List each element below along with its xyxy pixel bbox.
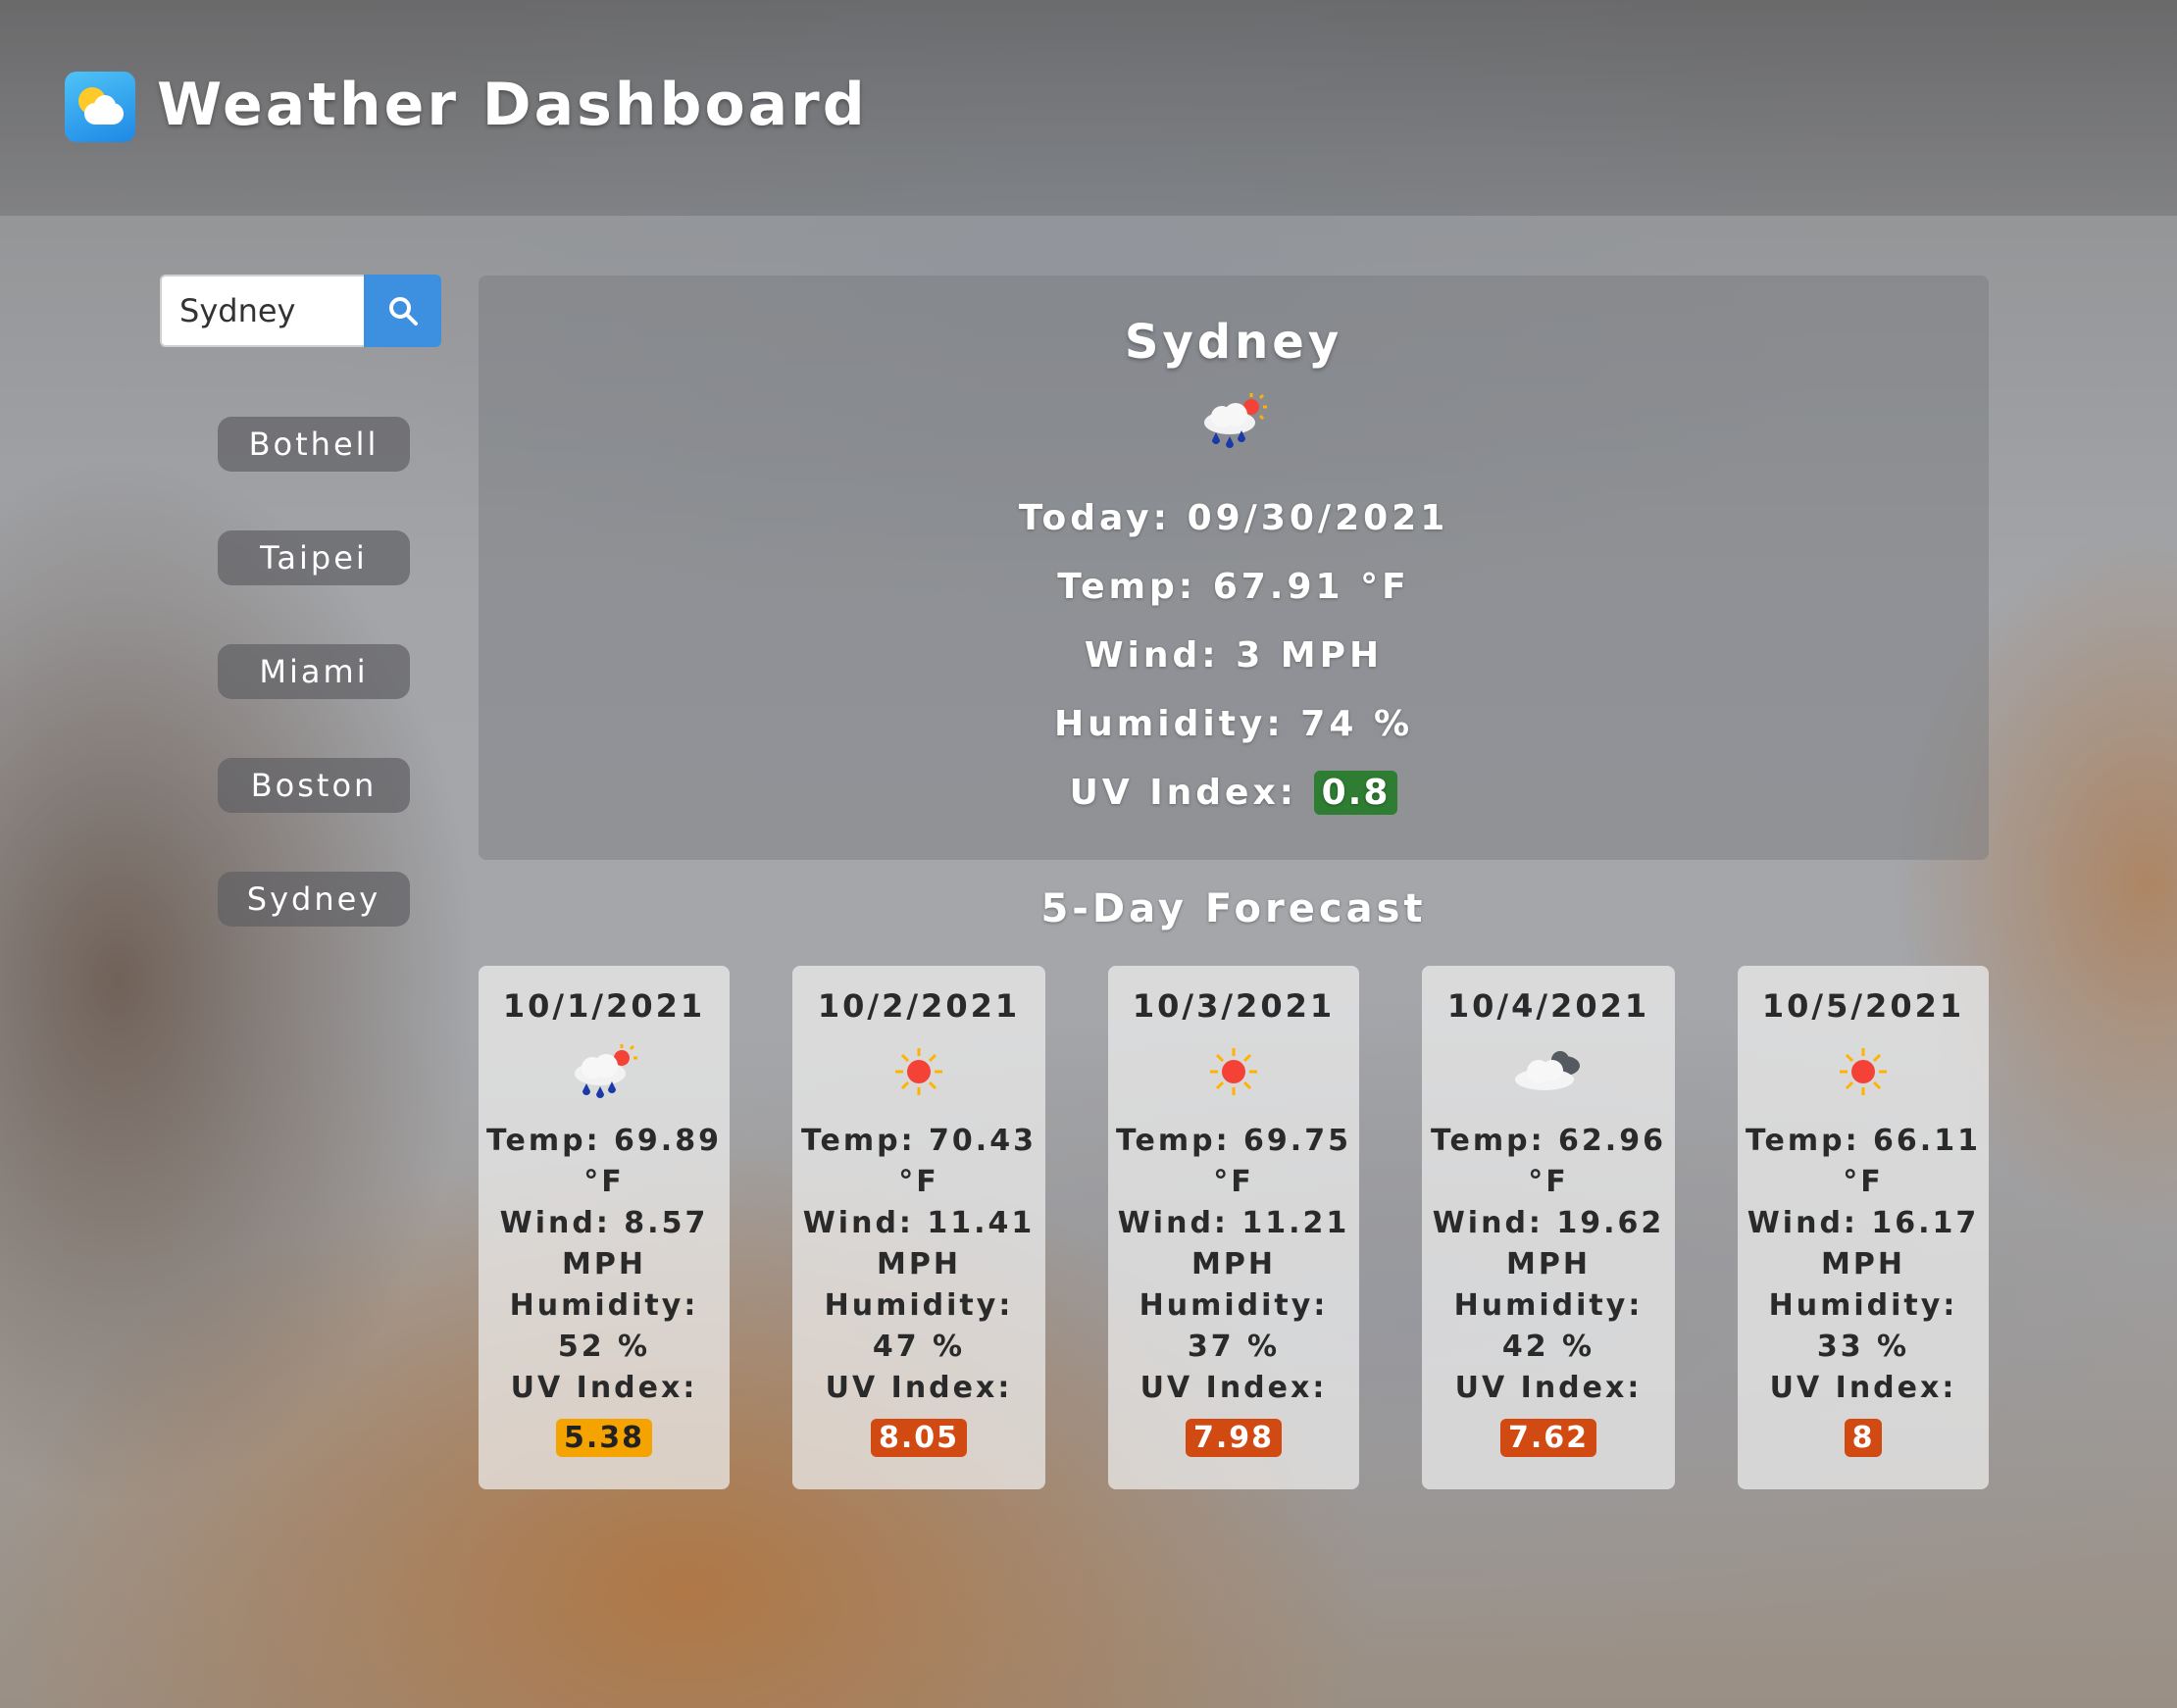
forecast-temp-unit: °F: [1843, 1165, 1884, 1199]
forecast-temp-unit: °F: [583, 1165, 625, 1199]
partly-cloudy-app-icon: [65, 72, 135, 142]
search-icon: [388, 297, 418, 326]
forecast-date: 10/2/2021: [817, 987, 1021, 1025]
forecast-humidity: 47 %: [872, 1330, 966, 1364]
forecast-temp-unit: °F: [1528, 1165, 1569, 1199]
forecast-temp-unit: °F: [898, 1165, 939, 1199]
forecast-temp: Temp: 62.96: [1431, 1124, 1666, 1158]
forecast-uv-label: UV Index:: [510, 1371, 698, 1405]
forecast-uv-label: UV Index:: [1454, 1371, 1643, 1405]
forecast-humidity: 37 %: [1187, 1330, 1281, 1364]
current-uv-row: UV Index: 0.8: [479, 771, 1989, 815]
forecast-wind: Wind: 11.21: [1117, 1206, 1350, 1240]
forecast-card: 10/3/2021 Temp: 69.75 °F Wind: 11.21 MPH…: [1108, 966, 1359, 1489]
forecast-humidity-label: Humidity:: [824, 1288, 1014, 1323]
forecast-date: 10/3/2021: [1132, 987, 1336, 1025]
cloud-icon: [1515, 1051, 1580, 1090]
sun-icon: [1210, 1048, 1257, 1095]
forecast-card: 10/1/2021 Temp: 69.89 °F Wind: 8.57 MPH …: [479, 966, 730, 1489]
forecast-wind-unit: MPH: [877, 1247, 961, 1281]
forecast-temp: Temp: 69.89: [486, 1124, 722, 1158]
uv-index-badge: 5.38: [555, 1419, 653, 1457]
forecast-wind-unit: MPH: [1821, 1247, 1905, 1281]
forecast-date: 10/1/2021: [502, 987, 706, 1025]
current-temp: Temp: 67.91 °F: [1057, 567, 1410, 607]
forecast-wind-unit: MPH: [1506, 1247, 1591, 1281]
rain-sun-icon: [1204, 393, 1267, 448]
current-city-name: Sydney: [1124, 315, 1343, 370]
forecast-title: 5-Day Forecast: [1040, 886, 1427, 931]
forecast-card: 10/2/2021 Temp: 70.43 °F Wind: 11.41 MPH…: [792, 966, 1045, 1489]
current-wind: Wind: 3 MPH: [1084, 635, 1384, 676]
current-humidity: Humidity: 74 %: [1053, 704, 1414, 744]
forecast-temp-unit: °F: [1213, 1165, 1254, 1199]
forecast-wind: Wind: 8.57: [499, 1206, 709, 1240]
uv-index-badge: 0.8: [1313, 771, 1398, 815]
uv-index-badge: 7.62: [1499, 1419, 1597, 1457]
current-date: Today: 09/30/2021: [1018, 498, 1449, 538]
forecast-humidity-label: Humidity:: [509, 1288, 699, 1323]
forecast-temp: Temp: 69.75: [1116, 1124, 1351, 1158]
uv-index-badge: 8: [1844, 1419, 1883, 1457]
forecast-humidity: 33 %: [1816, 1330, 1910, 1364]
forecast-wind: Wind: 11.41: [802, 1206, 1036, 1240]
forecast-wind: Wind: 16.17: [1747, 1206, 1980, 1240]
rain-sun-icon: [575, 1044, 637, 1098]
sun-icon: [1840, 1048, 1887, 1095]
uv-index-badge: 8.05: [870, 1419, 968, 1457]
uv-index-badge: 7.98: [1185, 1419, 1283, 1457]
forecast-humidity: 42 %: [1501, 1330, 1595, 1364]
forecast-wind-unit: MPH: [1191, 1247, 1276, 1281]
forecast-temp: Temp: 66.11: [1746, 1124, 1981, 1158]
forecast-temp: Temp: 70.43: [801, 1124, 1037, 1158]
search-button[interactable]: [364, 275, 441, 347]
current-uv-label: UV Index:: [1069, 773, 1298, 813]
page-title: Weather Dashboard: [157, 71, 868, 139]
forecast-uv-label: UV Index:: [1139, 1371, 1328, 1405]
history-city-button[interactable]: Bothell: [218, 417, 410, 472]
history-city-button[interactable]: Boston: [218, 758, 410, 813]
forecast-uv-label: UV Index:: [1769, 1371, 1957, 1405]
history-city-button[interactable]: Miami: [218, 644, 410, 699]
sun-icon: [895, 1048, 942, 1095]
forecast-humidity-label: Humidity:: [1453, 1288, 1644, 1323]
current-weather-card: Sydney Today: 09/30/2021 Temp: 67.91 °F …: [479, 276, 1989, 860]
history-city-button[interactable]: Sydney: [218, 872, 410, 927]
city-search-input[interactable]: [160, 275, 364, 347]
forecast-humidity-label: Humidity:: [1139, 1288, 1329, 1323]
forecast-card: 10/4/2021 Temp: 62.96 °F Wind: 19.62 MPH…: [1422, 966, 1675, 1489]
forecast-wind: Wind: 19.62: [1432, 1206, 1665, 1240]
forecast-humidity-label: Humidity:: [1768, 1288, 1958, 1323]
forecast-card: 10/5/2021 Temp: 66.11 °F Wind: 16.17 MPH…: [1738, 966, 1989, 1489]
forecast-humidity: 52 %: [557, 1330, 651, 1364]
history-city-button[interactable]: Taipei: [218, 530, 410, 585]
forecast-date: 10/5/2021: [1761, 987, 1965, 1025]
forecast-uv-label: UV Index:: [825, 1371, 1013, 1405]
forecast-wind-unit: MPH: [562, 1247, 646, 1281]
forecast-date: 10/4/2021: [1446, 987, 1650, 1025]
